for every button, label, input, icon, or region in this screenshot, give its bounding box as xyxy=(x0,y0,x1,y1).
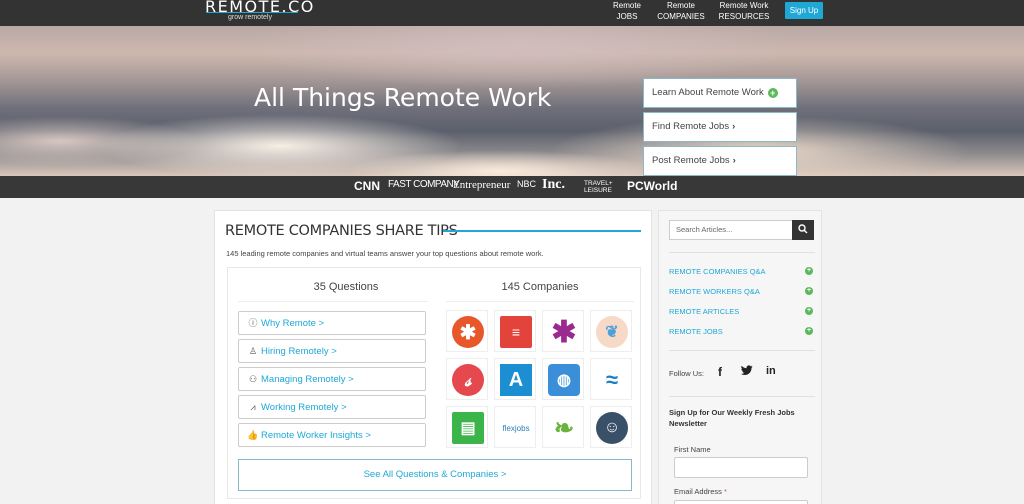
company-logo[interactable]: flexjobs xyxy=(494,406,536,448)
company-logo[interactable]: ☺ xyxy=(590,406,632,448)
globe-logo-icon: ◍ xyxy=(548,364,580,396)
company-logo[interactable]: ❦ xyxy=(590,310,632,352)
leaf-logo-icon: ❧ xyxy=(553,414,575,442)
learn-about-remote-work-button[interactable]: Learn About Remote Work + xyxy=(643,78,797,108)
why-remote-button[interactable]: ⓘ Why Remote > xyxy=(238,311,426,335)
plus-circle-icon: + xyxy=(805,307,813,315)
sign-up-button[interactable]: Sign Up xyxy=(785,2,823,19)
fast-company-logo: FAST COMPANY xyxy=(388,179,460,190)
questions-count-title: 35 Questions xyxy=(313,281,379,293)
press-logos-bar: CNN FAST COMPANY Entrepreneur NBC Inc. T… xyxy=(0,176,1024,198)
sidebar-link-remote-jobs[interactable]: REMOTE JOBS + xyxy=(669,327,815,336)
plus-circle-icon: + xyxy=(805,287,813,295)
email-address-label: Email Address * xyxy=(674,487,727,496)
green-f-logo-icon: ▤ xyxy=(452,412,484,444)
nav-remote-jobs[interactable]: Remote JOBS xyxy=(612,0,642,22)
automattic-a-logo-icon: A xyxy=(500,364,532,396)
plus-circle-icon: + xyxy=(805,327,813,335)
remote-worker-insights-button[interactable]: 👍 Remote Worker Insights > xyxy=(238,423,426,447)
sidebar-link-remote-workers-qa[interactable]: REMOTE WORKERS Q&A + xyxy=(669,287,815,296)
linkedin-icon[interactable]: in xyxy=(766,365,776,377)
group-icon: ⚇ xyxy=(248,374,258,384)
bird-logo-icon: ❦ xyxy=(596,316,628,348)
twitter-icon[interactable] xyxy=(741,365,753,379)
email-field[interactable] xyxy=(674,500,808,504)
wave-logo-icon: ≈ xyxy=(605,367,619,392)
pcworld-logo: PCWorld xyxy=(627,179,678,193)
plus-circle-icon: + xyxy=(805,267,813,275)
cnn-logo: CNN xyxy=(354,179,380,193)
search-input[interactable]: Search Articles... xyxy=(669,220,793,240)
companies-count-title: 145 Companies xyxy=(501,281,579,293)
inc-logo: Inc. xyxy=(542,177,565,192)
first-name-field[interactable] xyxy=(674,457,808,478)
first-name-label: First Name xyxy=(674,445,711,454)
search-icon xyxy=(798,224,808,234)
info-icon: ⓘ xyxy=(248,318,258,328)
follow-us-label: Follow Us: xyxy=(669,369,705,378)
purple-asterisk-logo-icon: ✱ xyxy=(551,315,577,349)
see-all-questions-button[interactable]: See All Questions & Companies > xyxy=(238,459,632,491)
hero-banner: All Things Remote Work Learn About Remot… xyxy=(0,26,1024,176)
nav-remote-work-resources[interactable]: Remote Work RESOURCES xyxy=(715,0,773,22)
divider xyxy=(669,350,815,351)
divider xyxy=(238,301,428,302)
required-marker: * xyxy=(724,487,727,496)
person-icon: ♙ xyxy=(248,346,258,356)
sidebar-link-remote-articles[interactable]: REMOTE ARTICLES + xyxy=(669,307,815,316)
company-logo[interactable]: ◍ xyxy=(542,358,584,400)
remote-companies-tips-card: REMOTE COMPANIES SHARE TIPS 145 leading … xyxy=(214,210,652,504)
site-tagline: grow remotely xyxy=(228,14,272,21)
newsletter-title: Sign Up for Our Weekly Fresh Jobs Newsle… xyxy=(669,408,795,428)
questions-companies-panel: 35 Questions 145 Companies ⓘ Why Remote >… xyxy=(227,267,641,499)
company-logo[interactable]: 𝓈 xyxy=(446,358,488,400)
twitter-bird-icon xyxy=(741,365,753,375)
sidebar: Search Articles... REMOTE COMPANIES Q&A +… xyxy=(658,210,822,504)
company-logo[interactable]: ✱ xyxy=(446,310,488,352)
company-logo[interactable]: ≈ xyxy=(590,358,632,400)
search-button[interactable] xyxy=(792,220,814,240)
working-remotely-button[interactable]: ⩘ Working Remotely > xyxy=(238,395,426,419)
nbc-logo: NBC xyxy=(517,179,537,189)
chevron-right-icon: › xyxy=(732,155,736,166)
find-remote-jobs-button[interactable]: Find Remote Jobs › xyxy=(643,112,797,142)
company-logo[interactable]: ❧ xyxy=(542,406,584,448)
section-subtitle: 145 leading remote companies and virtual… xyxy=(226,249,544,258)
nav-remote-companies[interactable]: Remote COMPANIES xyxy=(656,0,706,22)
top-navbar: REMOTE.CO grow remotely Remote JOBS Remo… xyxy=(0,0,1024,26)
travel-leisure-logo: TRAVEL+ LEISURE xyxy=(584,180,613,194)
todoist-logo-icon: ≡ xyxy=(500,316,532,348)
post-remote-jobs-button[interactable]: Post Remote Jobs › xyxy=(643,146,797,176)
support-face-logo-icon: ☺ xyxy=(596,412,628,444)
company-logo[interactable]: ≡ xyxy=(494,310,536,352)
flexjobs-logo-icon: flexjobs xyxy=(502,423,530,433)
entrepreneur-logo: Entrepreneur xyxy=(453,179,511,191)
script-s-logo-icon: 𝓈 xyxy=(452,364,484,396)
plus-circle-icon: + xyxy=(767,88,778,98)
facebook-icon[interactable]: f xyxy=(718,365,722,379)
company-logo[interactable]: ▤ xyxy=(446,406,488,448)
hiring-remotely-button[interactable]: ♙ Hiring Remotely > xyxy=(238,339,426,363)
thumbs-up-icon: 👍 xyxy=(247,430,259,440)
divider xyxy=(669,396,815,397)
company-logo[interactable]: A xyxy=(494,358,536,400)
divider xyxy=(446,301,634,302)
managing-remotely-button[interactable]: ⚇ Managing Remotely > xyxy=(238,367,426,391)
chevron-right-icon: › xyxy=(732,121,736,132)
heading-accent-line xyxy=(443,230,641,232)
divider xyxy=(669,252,815,253)
sidebar-link-remote-companies-qa[interactable]: REMOTE COMPANIES Q&A + xyxy=(669,267,815,276)
asterisk-logo-icon: ✱ xyxy=(452,316,484,348)
hero-title: All Things Remote Work xyxy=(254,83,552,112)
logo-underline xyxy=(206,12,298,13)
section-heading: REMOTE COMPANIES SHARE TIPS xyxy=(225,223,458,239)
company-logo[interactable]: ✱ xyxy=(542,310,584,352)
line-chart-icon: ⩘ xyxy=(250,402,256,412)
